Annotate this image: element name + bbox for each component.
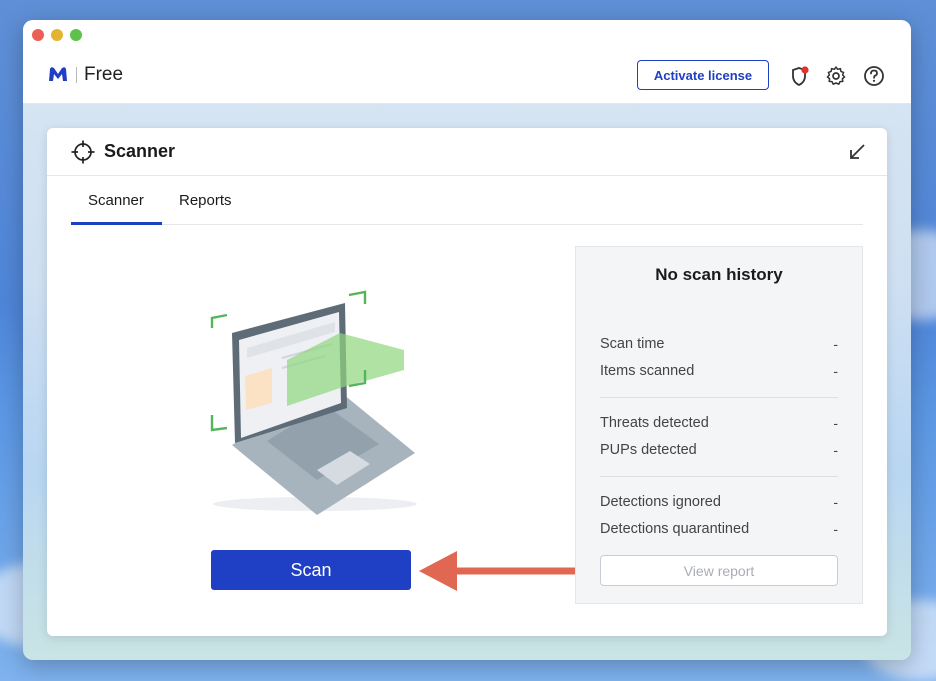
minimize-window-button[interactable] (51, 29, 63, 41)
stat-value-threats-detected: - (833, 415, 838, 431)
scan-button[interactable]: Scan (211, 550, 411, 590)
annotation-arrow-icon (419, 551, 587, 591)
tab-reports[interactable]: Reports (179, 192, 232, 209)
panel-title: Scanner (104, 141, 176, 161)
view-report-button[interactable]: View report (600, 555, 838, 586)
stat-label-items-scanned: Items scanned (600, 363, 695, 379)
activate-license-button[interactable]: Activate license (637, 60, 769, 90)
tab-scanner[interactable]: Scanner (88, 192, 144, 209)
collapse-arrow-icon[interactable] (848, 143, 866, 161)
shield-alert-icon[interactable] (788, 65, 810, 87)
stat-value-pups-detected: - (833, 442, 838, 458)
stats-divider (600, 397, 838, 398)
malwarebytes-logo-icon (49, 67, 67, 81)
scanner-panel: Scanner Scanner Reports Scan No scan his… (47, 128, 887, 636)
scan-history-card: No scan history Scan time - Items scanne… (575, 246, 863, 604)
stats-divider (600, 476, 838, 477)
brand-divider (76, 67, 77, 83)
stat-label-detections-ignored: Detections ignored (600, 494, 721, 510)
stat-label-threats-detected: Threats detected (600, 415, 709, 431)
stat-value-detections-quarantined: - (833, 521, 838, 537)
title-bar: Free Activate license (23, 20, 911, 104)
stat-label-pups-detected: PUPs detected (600, 442, 697, 458)
panel-header: Scanner (47, 128, 887, 176)
help-icon[interactable] (863, 65, 885, 87)
app-window: Free Activate license Scanner Scanner Re… (23, 20, 911, 660)
stat-label-detections-quarantined: Detections quarantined (600, 521, 750, 537)
history-title: No scan history (655, 265, 783, 284)
crosshair-icon (71, 140, 95, 164)
zoom-window-button[interactable] (70, 29, 82, 41)
stat-label-scan-time: Scan time (600, 336, 665, 352)
stat-value-detections-ignored: - (833, 494, 838, 510)
tab-bar: Scanner Reports (71, 176, 863, 225)
edition-label: Free (84, 64, 124, 85)
laptop-scan-illustration (210, 290, 417, 515)
close-window-button[interactable] (32, 29, 44, 41)
stat-value-items-scanned: - (833, 363, 838, 379)
active-tab-indicator (71, 222, 162, 225)
stat-value-scan-time: - (833, 336, 838, 352)
gear-icon[interactable] (825, 65, 847, 87)
